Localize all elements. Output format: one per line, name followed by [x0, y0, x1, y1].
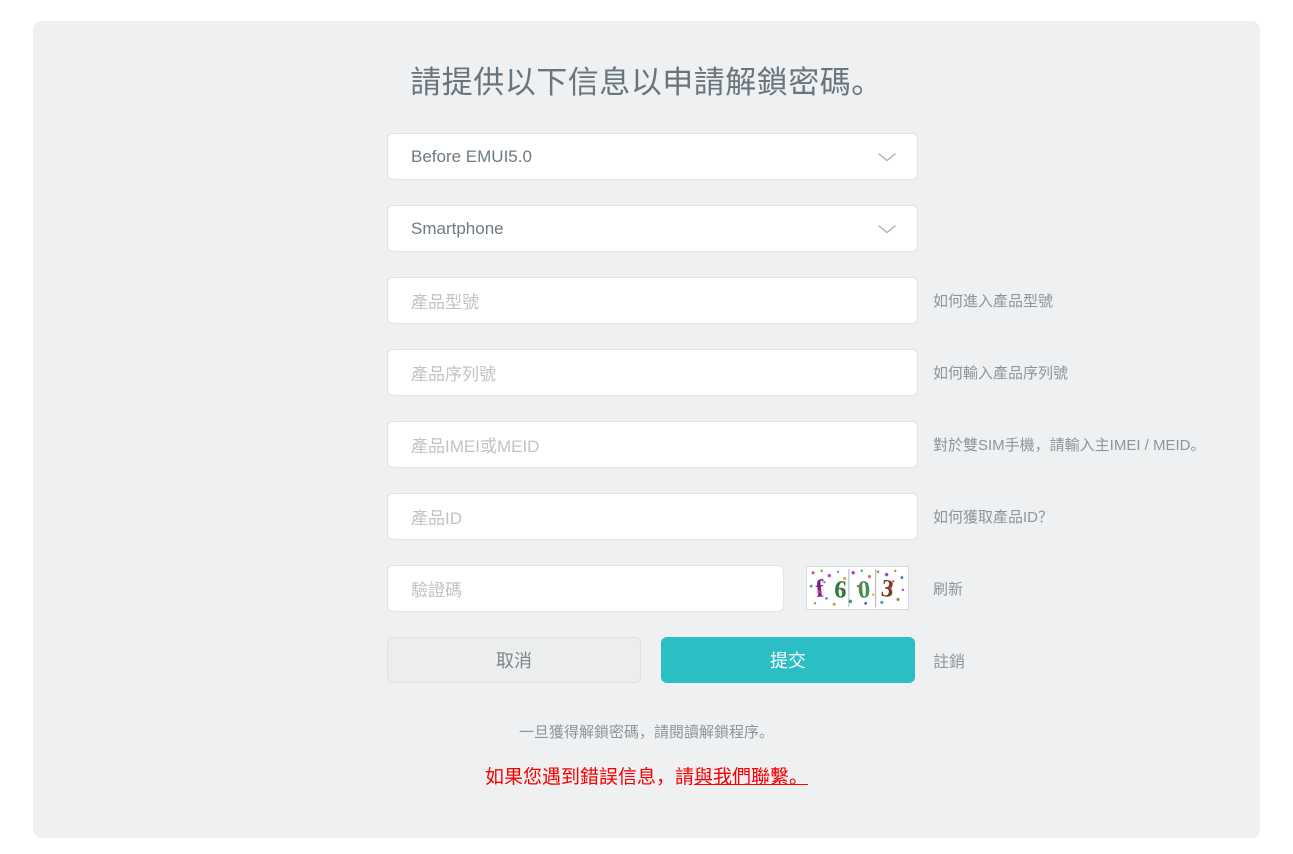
- row-device-type: Smartphone: [387, 205, 1260, 277]
- row-actions: 取消 提交 註銷: [387, 637, 1260, 709]
- serial-number-hint[interactable]: 如何輸入產品序列號: [933, 349, 1068, 396]
- unlock-request-card: 請提供以下信息以申請解鎖密碼。 Before EMUI5.0 Smartphon…: [33, 21, 1260, 838]
- captcha-image[interactable]: f 6 0 3: [806, 566, 909, 610]
- serial-number-input[interactable]: 產品序列號: [387, 349, 918, 396]
- imei-hint: 對於雙SIM手機，請輸入主IMEI / MEID。: [933, 437, 1206, 454]
- svg-text:0: 0: [857, 576, 871, 604]
- logout-link[interactable]: 註銷: [933, 637, 965, 683]
- row-captcha: 驗證碼 f 6 0 3 刷新: [387, 565, 1260, 637]
- product-id-input[interactable]: 產品ID: [387, 493, 918, 540]
- footer-error-text: 如果您遇到錯誤信息，請: [484, 767, 694, 788]
- row-imei: 產品IMEI或MEID 對於雙SIM手機，請輸入主IMEI / MEID。: [387, 421, 1260, 493]
- device-version-value: Before EMUI5.0: [411, 146, 532, 166]
- captcha-placeholder: 驗證碼: [411, 581, 462, 600]
- device-type-value: Smartphone: [411, 218, 504, 238]
- footer-note: 一旦獲得解鎖密碼，請閱讀解鎖程序。: [518, 724, 774, 741]
- row-product-id: 產品ID 如何獲取產品ID？: [387, 493, 1260, 565]
- chevron-down-icon: [877, 223, 897, 235]
- imei-input[interactable]: 產品IMEI或MEID: [387, 421, 918, 468]
- contact-us-link[interactable]: 與我們聯繫。: [694, 767, 808, 788]
- serial-number-placeholder: 產品序列號: [411, 365, 496, 384]
- footer: 一旦獲得解鎖密碼，請閱讀解鎖程序。 如果您遇到錯誤信息，請與我們聯繫。: [33, 721, 1260, 791]
- chevron-down-icon: [877, 151, 897, 163]
- captcha-input[interactable]: 驗證碼: [387, 565, 784, 612]
- device-version-select[interactable]: Before EMUI5.0: [387, 133, 918, 180]
- row-serial-number: 產品序列號 如何輸入產品序列號: [387, 349, 1260, 421]
- imei-placeholder: 產品IMEI或MEID: [411, 437, 540, 456]
- page-root: 請提供以下信息以申請解鎖密碼。 Before EMUI5.0 Smartphon…: [0, 0, 1293, 854]
- product-id-hint[interactable]: 如何獲取產品ID？: [933, 493, 1053, 540]
- page-title: 請提供以下信息以申請解鎖密碼。: [410, 65, 883, 100]
- device-type-select[interactable]: Smartphone: [387, 205, 918, 252]
- row-product-model: 產品型號 如何進入產品型號: [387, 277, 1260, 349]
- svg-text:6: 6: [833, 576, 847, 604]
- footer-error-message: 如果您遇到錯誤信息，請與我們聯繫。: [33, 765, 1260, 791]
- product-model-input[interactable]: 產品型號: [387, 277, 918, 324]
- unlock-request-form: Before EMUI5.0 Smartphone 產品型號 如何進入產品型號 …: [387, 133, 1260, 709]
- product-id-placeholder: 產品ID: [411, 509, 462, 528]
- row-device-version: Before EMUI5.0: [387, 133, 1260, 205]
- cancel-button[interactable]: 取消: [387, 637, 641, 683]
- submit-button[interactable]: 提交: [661, 637, 915, 683]
- captcha-refresh-link[interactable]: 刷新: [933, 565, 963, 612]
- product-model-hint[interactable]: 如何進入產品型號: [933, 277, 1053, 324]
- product-model-placeholder: 產品型號: [411, 293, 479, 312]
